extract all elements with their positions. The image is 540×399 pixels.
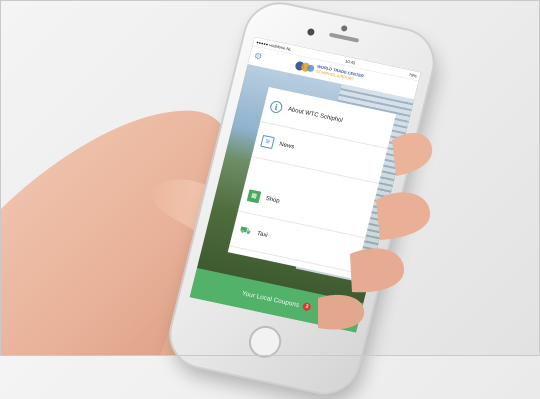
- image-border: [0, 0, 540, 356]
